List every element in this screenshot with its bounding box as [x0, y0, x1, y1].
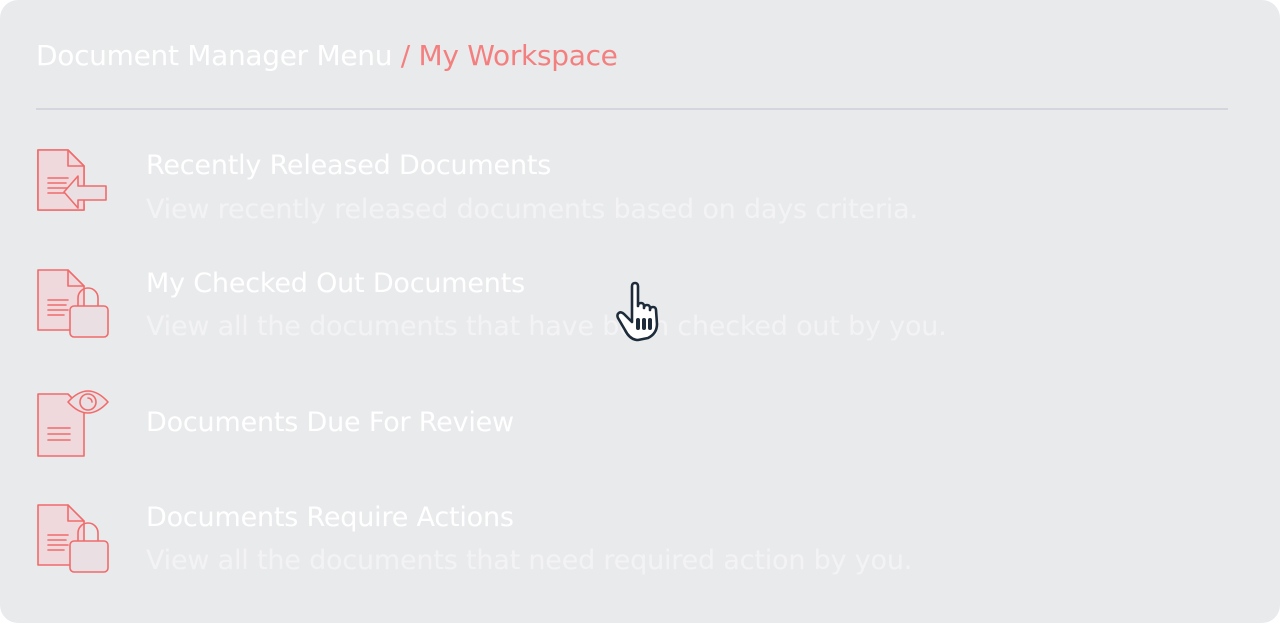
menu-item-description: View recently released documents based o… [146, 194, 918, 225]
menu-item-require-actions[interactable]: Documents Require Actions View all the d… [0, 493, 1280, 603]
menu-item-due-for-review[interactable]: Documents Due For Review [0, 378, 1280, 473]
breadcrumb-root[interactable]: Document Manager Menu [36, 39, 392, 72]
menu-item-title: Documents Due For Review [146, 407, 514, 438]
breadcrumb: Document Manager Menu / My Workspace [36, 36, 618, 76]
menu-item-recently-released[interactable]: Recently Released Documents View recentl… [0, 140, 1280, 250]
document-lock-icon [34, 503, 110, 575]
menu-item-checked-out[interactable]: My Checked Out Documents View all the do… [0, 258, 1280, 368]
document-released-arrow-icon [34, 148, 110, 220]
menu-item-title: Recently Released Documents [146, 150, 552, 181]
document-manager-panel: Document Manager Menu / My Workspace Rec… [0, 0, 1280, 623]
menu-item-description: View all the documents that need require… [146, 545, 913, 576]
menu-item-title: Documents Require Actions [146, 502, 514, 533]
breadcrumb-current: My Workspace [418, 39, 618, 72]
menu-item-description: View all the documents that have been ch… [146, 311, 947, 342]
document-eye-icon [34, 386, 110, 458]
breadcrumb-separator: / [392, 39, 419, 72]
document-lock-icon [34, 268, 110, 340]
menu-item-title: My Checked Out Documents [146, 268, 525, 299]
header-divider [36, 108, 1228, 110]
